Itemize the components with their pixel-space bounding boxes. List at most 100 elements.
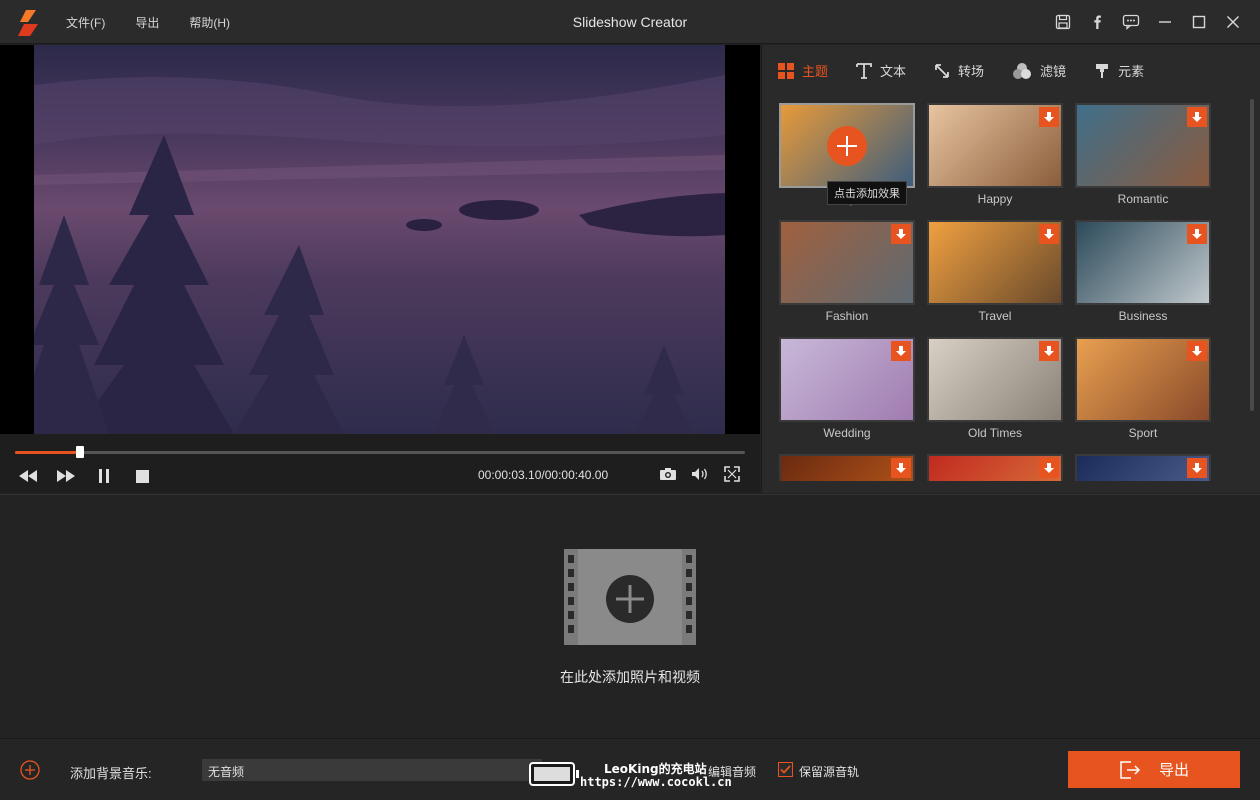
preview-panel: 00:00:03.10/00:00:40.00 — [0, 45, 760, 493]
video-preview[interactable] — [34, 45, 725, 434]
progress-track[interactable] — [15, 446, 745, 458]
theme-card[interactable]: Romantic — [1075, 103, 1211, 206]
theme-label: Romantic — [1117, 192, 1169, 206]
theme-label: Sport — [1128, 426, 1158, 440]
storyboard-area[interactable]: 在此处添加照片和视频 — [0, 494, 1260, 738]
pause-icon[interactable] — [94, 466, 114, 486]
theme-card[interactable]: Wedding — [779, 337, 915, 440]
playback-time: 00:00:03.10/00:00:40.00 — [478, 468, 609, 482]
fast-forward-icon[interactable] — [56, 466, 76, 486]
download-icon[interactable] — [891, 458, 911, 478]
facebook-icon[interactable] — [1088, 13, 1106, 31]
add-media-hint: 在此处添加照片和视频 — [560, 669, 700, 685]
volume-icon[interactable] — [690, 464, 710, 484]
menu-export[interactable]: 导出 — [135, 14, 159, 31]
theme-card[interactable]: Happy — [927, 103, 1063, 206]
maximize-icon[interactable] — [1190, 13, 1208, 31]
theme-card[interactable] — [1075, 454, 1211, 481]
panel-scrollbar[interactable] — [1250, 99, 1254, 411]
app-logo-icon — [18, 10, 38, 36]
title-bar: 文件(F) 导出 帮助(H) Slideshow Creator — [0, 0, 1260, 44]
theme-thumbnail — [927, 220, 1063, 305]
theme-label: Travel — [978, 309, 1012, 323]
tab-theme[interactable]: 主题 — [778, 61, 828, 80]
transition-icon — [935, 63, 949, 78]
theme-card[interactable]: Travel — [927, 220, 1063, 323]
add-music-label: 添加背景音乐: — [70, 766, 152, 781]
theme-thumbnail — [779, 103, 915, 188]
download-icon[interactable] — [1187, 224, 1207, 244]
filter-icon — [1013, 62, 1032, 79]
theme-card[interactable]: Simple点击添加效果 — [779, 103, 915, 206]
theme-label: Happy — [977, 192, 1013, 206]
watermark-line-2: https://www.cocokl.cn — [580, 775, 732, 789]
export-icon — [1120, 760, 1141, 779]
checkmark-icon — [780, 765, 791, 774]
theme-card[interactable]: Fashion — [779, 220, 915, 323]
tab-element[interactable]: 元素 — [1094, 61, 1144, 80]
theme-card[interactable] — [927, 454, 1063, 481]
tab-transition-label: 转场 — [958, 64, 985, 79]
export-label: 导出 — [1158, 762, 1189, 779]
theme-thumbnail — [1075, 337, 1211, 422]
theme-thumbnail — [927, 454, 1063, 481]
rewind-icon[interactable] — [18, 466, 38, 486]
add-media-film-icon[interactable] — [564, 549, 696, 645]
download-icon[interactable] — [1039, 458, 1059, 478]
theme-label: Business — [1118, 309, 1168, 323]
theme-card[interactable]: Old Times — [927, 337, 1063, 440]
effects-tabs: 主题 文本 转场 滤镜 元素 — [778, 61, 1144, 80]
save-icon[interactable] — [1054, 13, 1072, 31]
effects-panel: 主题 文本 转场 滤镜 元素 Simple点击添加效果 Happy Romantic… — [761, 45, 1260, 493]
menu-help[interactable]: 帮助(H) — [189, 14, 230, 31]
download-icon[interactable] — [1187, 458, 1207, 478]
progress-fill — [15, 451, 80, 454]
snapshot-camera-icon[interactable] — [658, 464, 678, 484]
theme-label: Fashion — [825, 309, 869, 323]
theme-card[interactable]: Business — [1075, 220, 1211, 323]
download-icon[interactable] — [891, 224, 911, 244]
tab-filter[interactable]: 滤镜 — [1012, 61, 1066, 80]
close-icon[interactable] — [1224, 13, 1242, 31]
window-controls — [1054, 0, 1242, 44]
download-icon[interactable] — [1039, 224, 1059, 244]
tab-text-label: 文本 — [880, 64, 907, 79]
minimize-icon[interactable] — [1156, 13, 1174, 31]
feedback-icon[interactable] — [1122, 13, 1140, 31]
menu-bar: 文件(F) 导出 帮助(H) — [66, 0, 260, 44]
theme-grid: Simple点击添加效果 Happy Romantic Fashion Travel Bu… — [779, 103, 1213, 481]
theme-thumbnail — [779, 337, 915, 422]
battery-icon — [529, 762, 579, 786]
theme-thumbnail — [779, 454, 915, 481]
keep-original-audio-checkbox[interactable] — [778, 762, 793, 777]
theme-thumbnail — [927, 103, 1063, 188]
text-icon — [856, 62, 872, 79]
tab-text[interactable]: 文本 — [856, 61, 906, 80]
download-icon[interactable] — [1039, 341, 1059, 361]
stop-icon[interactable] — [132, 466, 152, 486]
download-icon[interactable] — [1039, 107, 1059, 127]
export-button[interactable]: 导出 — [1068, 751, 1240, 788]
tab-element-label: 元素 — [1118, 64, 1145, 79]
theme-thumbnail — [1075, 454, 1211, 481]
audio-select[interactable]: 无音频 — [202, 759, 542, 781]
fullscreen-icon[interactable] — [722, 464, 742, 484]
theme-thumbnail — [1075, 103, 1211, 188]
tab-theme-label: 主题 — [802, 64, 829, 79]
theme-card[interactable] — [779, 454, 915, 481]
element-icon — [1096, 63, 1109, 78]
theme-thumbnail — [927, 337, 1063, 422]
theme-label: Wedding — [823, 426, 871, 440]
add-effect-plus-icon[interactable] — [827, 126, 867, 166]
progress-thumb[interactable] — [76, 446, 84, 458]
download-icon[interactable] — [891, 341, 911, 361]
menu-file[interactable]: 文件(F) — [66, 14, 105, 31]
download-icon[interactable] — [1187, 341, 1207, 361]
add-music-plus-icon[interactable] — [20, 760, 40, 780]
theme-thumbnail — [1075, 220, 1211, 305]
tab-filter-label: 滤镜 — [1040, 64, 1067, 79]
theme-thumbnail — [779, 220, 915, 305]
download-icon[interactable] — [1187, 107, 1207, 127]
theme-card[interactable]: Sport — [1075, 337, 1211, 440]
tab-transition[interactable]: 转场 — [934, 61, 984, 80]
